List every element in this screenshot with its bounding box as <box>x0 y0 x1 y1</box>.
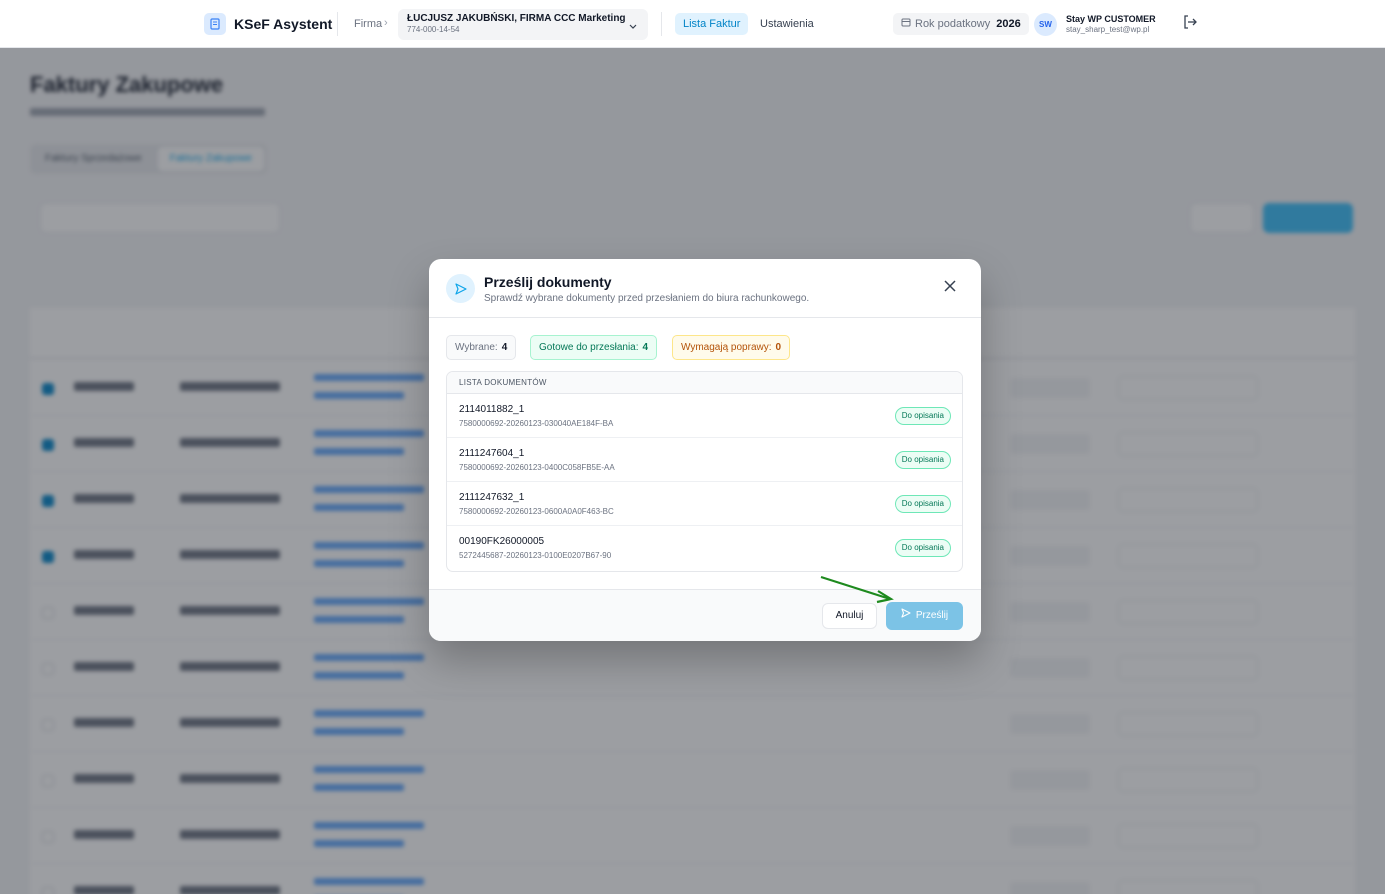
status-badge: Do opisania <box>894 451 951 469</box>
selected-count-badge: Wybrane: 4 <box>446 335 517 360</box>
send-icon <box>901 602 911 630</box>
user-name: Stay WP CUSTOMER <box>1066 14 1156 24</box>
cancel-button[interactable]: Anuluj <box>822 603 877 629</box>
chevron-down-icon <box>628 18 638 36</box>
document-number: 2111247632_1 <box>459 492 525 503</box>
send-documents-modal: Prześlij dokumenty Sprawdź wybrane dokum… <box>429 259 981 641</box>
company-name: ŁUCJUSZ JAKUBŃSKI, FIRMA CCC Marketing <box>407 13 626 24</box>
ksef-number: 7580000692-20260123-0400C058FB5E-AA <box>459 463 615 472</box>
user-email: stay_sharp_test@wp.pl <box>1066 25 1150 34</box>
list-header: LISTA DOKUMENTÓW <box>447 372 962 394</box>
receipt-icon <box>204 13 226 35</box>
company-nip: 774-000-14-54 <box>407 25 460 34</box>
brand-name: KSeF Asystent <box>234 16 333 32</box>
logout-icon[interactable] <box>1182 14 1198 35</box>
tax-year-select[interactable]: Rok podatkowy 2026 <box>893 13 1029 35</box>
divider <box>337 12 338 36</box>
selected-label: Wybrane: <box>455 342 498 353</box>
needs-fix-badge: Wymagają poprawy: 0 <box>672 335 791 360</box>
chevron-right-icon: › <box>384 17 388 29</box>
divider <box>661 12 662 36</box>
list-item: 2114011882_1 7580000692-20260123-030040A… <box>447 394 962 438</box>
fix-label: Wymagają poprawy: <box>681 342 772 353</box>
send-button[interactable]: Prześlij <box>886 602 963 630</box>
tax-year-label: Rok podatkowy <box>915 18 991 30</box>
modal-subtitle: Sprawdź wybrane dokumenty przed przesłan… <box>484 293 810 304</box>
list-item: 00190FK26000005 5272445687-20260123-0100… <box>447 526 962 570</box>
brand[interactable]: KSeF Asystent <box>204 13 332 35</box>
tax-year-value: 2026 <box>996 18 1021 30</box>
avatar[interactable]: SW <box>1034 13 1057 36</box>
status-badge: Do opisania <box>894 495 951 513</box>
company-select[interactable]: ŁUCJUSZ JAKUBŃSKI, FIRMA CCC Marketing 7… <box>398 9 648 40</box>
modal-title: Prześlij dokumenty <box>484 274 612 290</box>
document-list: LISTA DOKUMENTÓW 2114011882_1 7580000692… <box>446 371 963 572</box>
list-item: 2111247604_1 7580000692-20260123-0400C05… <box>447 438 962 482</box>
ready-count: 4 <box>642 342 649 353</box>
status-badge: Do opisania <box>894 407 951 425</box>
document-number: 00190FK26000005 <box>459 536 545 547</box>
ready-label: Gotowe do przesłania: <box>539 342 639 353</box>
document-number: 2114011882_1 <box>459 404 525 415</box>
send-label: Prześlij <box>915 610 949 621</box>
ksef-number: 7580000692-20260123-0600A0A0F463-BC <box>459 507 614 516</box>
firma-label: Firma <box>354 18 383 30</box>
ready-count-badge: Gotowe do przesłania: 4 <box>530 335 658 360</box>
annotation-arrow-icon <box>820 575 894 604</box>
calendar-icon <box>901 13 911 35</box>
fix-count: 0 <box>775 342 782 353</box>
status-badge: Do opisania <box>894 539 951 557</box>
list-item: 2111247632_1 7580000692-20260123-0600A0A… <box>447 482 962 526</box>
ksef-number: 5272445687-20260123-0100E0207B67-90 <box>459 551 612 560</box>
nav-ustawienia[interactable]: Ustawienia <box>760 13 814 35</box>
send-icon <box>446 274 475 303</box>
close-icon[interactable] <box>941 277 959 295</box>
divider <box>429 317 981 318</box>
document-number: 2111247604_1 <box>459 448 525 459</box>
top-header: KSeF Asystent Firma › ŁUCJUSZ JAKUBŃSKI,… <box>0 0 1385 48</box>
selected-count: 4 <box>501 342 508 353</box>
nav-lista-faktur[interactable]: Lista Faktur <box>675 13 749 35</box>
modal-footer: Anuluj Prześlij <box>429 589 981 641</box>
ksef-number: 7580000692-20260123-030040AE184F-BA <box>459 419 614 428</box>
